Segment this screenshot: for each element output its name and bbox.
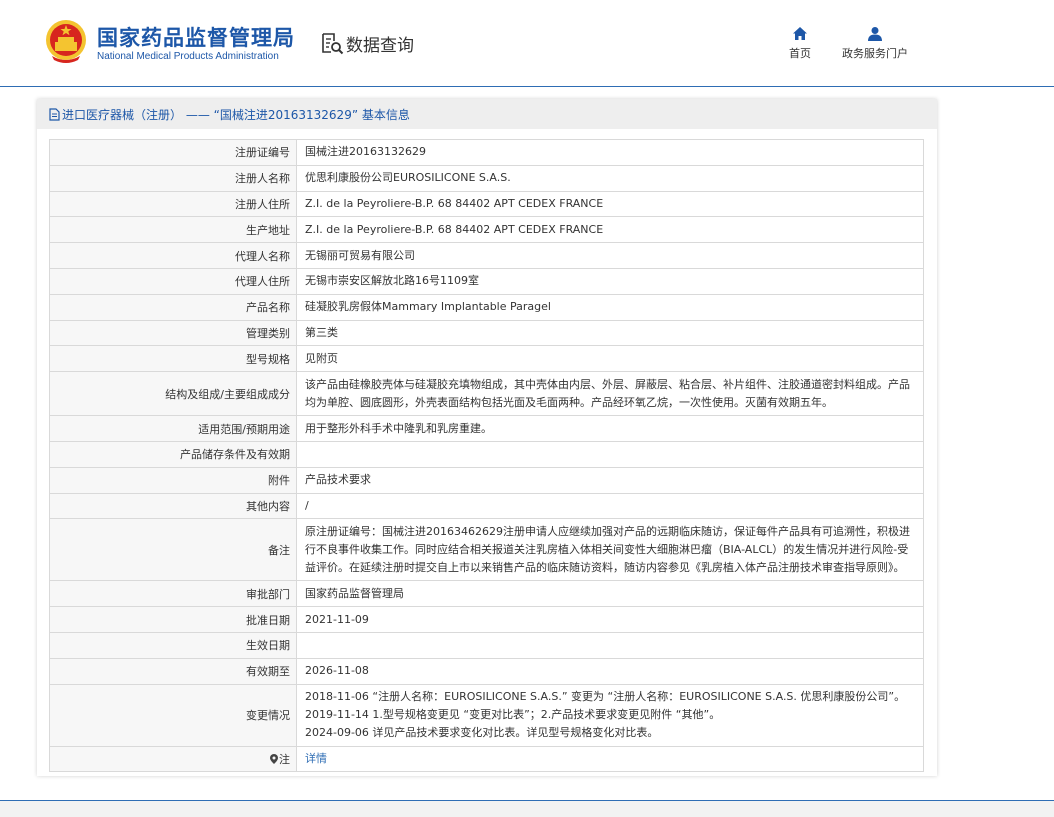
- row-label: 变更情况: [49, 683, 297, 747]
- agency-name-en: National Medical Products Administration: [97, 51, 279, 62]
- table-row: 管理类别 第三类: [49, 319, 924, 347]
- row-value: /: [296, 492, 924, 520]
- row-value: 无锡市崇安区解放北路16号1109室: [296, 267, 924, 295]
- document-icon: [49, 107, 60, 121]
- row-label-note: 注: [49, 745, 297, 773]
- row-value: 2021-11-09: [296, 606, 924, 633]
- row-label: 批准日期: [49, 606, 297, 633]
- agency-name: 国家药品监督管理局: [97, 26, 295, 50]
- row-label: 审批部门: [49, 580, 297, 608]
- row-value: 产品技术要求: [296, 466, 924, 494]
- table-row: 备注 原注册证编号：国械注进20163462629注册申请人应继续加强对产品的远期…: [49, 518, 924, 582]
- table-row: 型号规格 见附页: [49, 345, 924, 373]
- data-query-title: 数据查询: [320, 30, 414, 56]
- row-label: 注册人名称: [49, 164, 297, 192]
- row-label: 注册人住所: [49, 190, 297, 218]
- table-row: 注册人住所 Z.I. de la Peyroliere-B.P. 68 84402…: [49, 190, 924, 218]
- row-label: 适用范围/预期用途: [49, 415, 297, 442]
- row-value: 硅凝胶乳房假体Mammary Implantable Paragel: [296, 293, 924, 321]
- row-label: 代理人名称: [49, 242, 297, 269]
- footer-bar: [0, 800, 1054, 817]
- panel-title: 进口医疗器械（注册） —— “国械注进20163132629” 基本信息: [62, 107, 410, 122]
- row-value: 该产品由硅橡胶壳体与硅凝胶充填物组成，其中壳体由内层、外层、屏蔽层、粘合层、补片…: [296, 371, 924, 417]
- table-row: 有效期至 2026-11-08: [49, 657, 924, 685]
- row-value: 优思利康股份公司EUROSILICONE S.A.S.: [296, 164, 924, 192]
- nav-home-label: 首页: [789, 47, 811, 60]
- note-label: 注: [279, 752, 290, 766]
- row-label: 附件: [49, 466, 297, 494]
- row-label: 备注: [49, 518, 297, 582]
- table-row: 其他内容 /: [49, 492, 924, 520]
- change-line: 2018-11-06 “注册人名称：EUROSILICONE S.A.S.” 变…: [305, 690, 906, 704]
- row-value: [296, 631, 924, 659]
- table-row: 代理人名称 无锡丽可贸易有限公司: [49, 242, 924, 269]
- row-value: 国家药品监督管理局: [296, 580, 924, 608]
- row-label: 代理人住所: [49, 267, 297, 295]
- row-label: 生效日期: [49, 631, 297, 659]
- table-row: 产品名称 硅凝胶乳房假体Mammary Implantable Paragel: [49, 293, 924, 321]
- document-search-icon: [322, 33, 344, 55]
- nav-service-portal[interactable]: 政务服务门户: [838, 26, 912, 61]
- row-label: 有效期至: [49, 657, 297, 685]
- table-row: 批准日期 2021-11-09: [49, 606, 924, 633]
- row-value: 2026-11-08: [296, 657, 924, 685]
- row-label: 管理类别: [49, 319, 297, 347]
- panel-header: 进口医疗器械（注册） —— “国械注进20163132629” 基本信息: [37, 99, 937, 129]
- row-value-changes: 2018-11-06 “注册人名称：EUROSILICONE S.A.S.” 变…: [296, 683, 924, 747]
- table-row: 审批部门 国家药品监督管理局: [49, 580, 924, 608]
- row-label: 生产地址: [49, 216, 297, 244]
- row-label: 型号规格: [49, 345, 297, 373]
- registration-info-table: 注册证编号 国械注进20163132629 注册人名称 优思利康股份公司EUROSIL…: [49, 139, 924, 773]
- row-label: 注册证编号: [49, 139, 297, 166]
- info-table-tail: 变更情况 2018-11-06 “注册人名称：EUROSILICONE S.A.…: [49, 683, 924, 773]
- row-value: 原注册证编号：国械注进20163462629注册申请人应继续加强对产品的远期临床…: [296, 518, 924, 582]
- table-row: 附件 产品技术要求: [49, 466, 924, 494]
- table-row: 注册证编号 国械注进20163132629: [49, 139, 924, 166]
- details-link[interactable]: 详情: [305, 752, 327, 765]
- info-table-body: 注册证编号 国械注进20163132629 注册人名称 优思利康股份公司EUROSIL…: [49, 139, 924, 685]
- detail-panel: 进口医疗器械（注册） —— “国械注进20163132629” 基本信息 注册证…: [37, 99, 937, 776]
- row-value: 第三类: [296, 319, 924, 347]
- row-label: 其他内容: [49, 492, 297, 520]
- row-value: 用于整形外科手术中隆乳和乳房重建。: [296, 415, 924, 442]
- home-icon: [793, 27, 807, 40]
- nav-service-portal-label: 政务服务门户: [842, 47, 908, 60]
- table-row: 代理人住所 无锡市崇安区解放北路16号1109室: [49, 267, 924, 295]
- site-header: 国家药品监督管理局 National Medical Products Admi…: [0, 0, 1054, 87]
- table-row-changes: 变更情况 2018-11-06 “注册人名称：EUROSILICONE S.A.…: [49, 683, 924, 747]
- row-value: 国械注进20163132629: [296, 139, 924, 166]
- row-value: Z.I. de la Peyroliere-B.P. 68 84402 APT …: [296, 190, 924, 218]
- table-row: 结构及组成/主要组成成分 该产品由硅橡胶壳体与硅凝胶充填物组成，其中壳体由内层、外…: [49, 371, 924, 417]
- pin-icon: [270, 753, 278, 764]
- row-value: Z.I. de la Peyroliere-B.P. 68 84402 APT …: [296, 216, 924, 244]
- national-emblem-icon: [46, 20, 86, 63]
- row-value-note: 详情: [296, 745, 924, 773]
- table-row: 适用范围/预期用途 用于整形外科手术中隆乳和乳房重建。: [49, 415, 924, 442]
- data-query-label: 数据查询: [346, 35, 414, 56]
- row-label: 产品储存条件及有效期: [49, 440, 297, 468]
- change-line: 2024-09-06 详见产品技术要求变化对比表。详见型号规格变化对比表。: [305, 726, 659, 740]
- table-row-note: 注 详情: [49, 745, 924, 773]
- table-row: 注册人名称 优思利康股份公司EUROSILICONE S.A.S.: [49, 164, 924, 192]
- row-label: 产品名称: [49, 293, 297, 321]
- table-row: 生效日期: [49, 631, 924, 659]
- user-icon: [868, 27, 882, 41]
- row-label: 结构及组成/主要组成成分: [49, 371, 297, 417]
- row-value: 无锡丽可贸易有限公司: [296, 242, 924, 269]
- nav-home[interactable]: 首页: [783, 26, 817, 61]
- table-row: 产品储存条件及有效期: [49, 440, 924, 468]
- row-value: [296, 440, 924, 468]
- row-value: 见附页: [296, 345, 924, 373]
- change-line: 2019-11-14 1.型号规格变更见 “变更对比表”；2.产品技术要求变更见…: [305, 708, 721, 722]
- table-row: 生产地址 Z.I. de la Peyroliere-B.P. 68 84402 …: [49, 216, 924, 244]
